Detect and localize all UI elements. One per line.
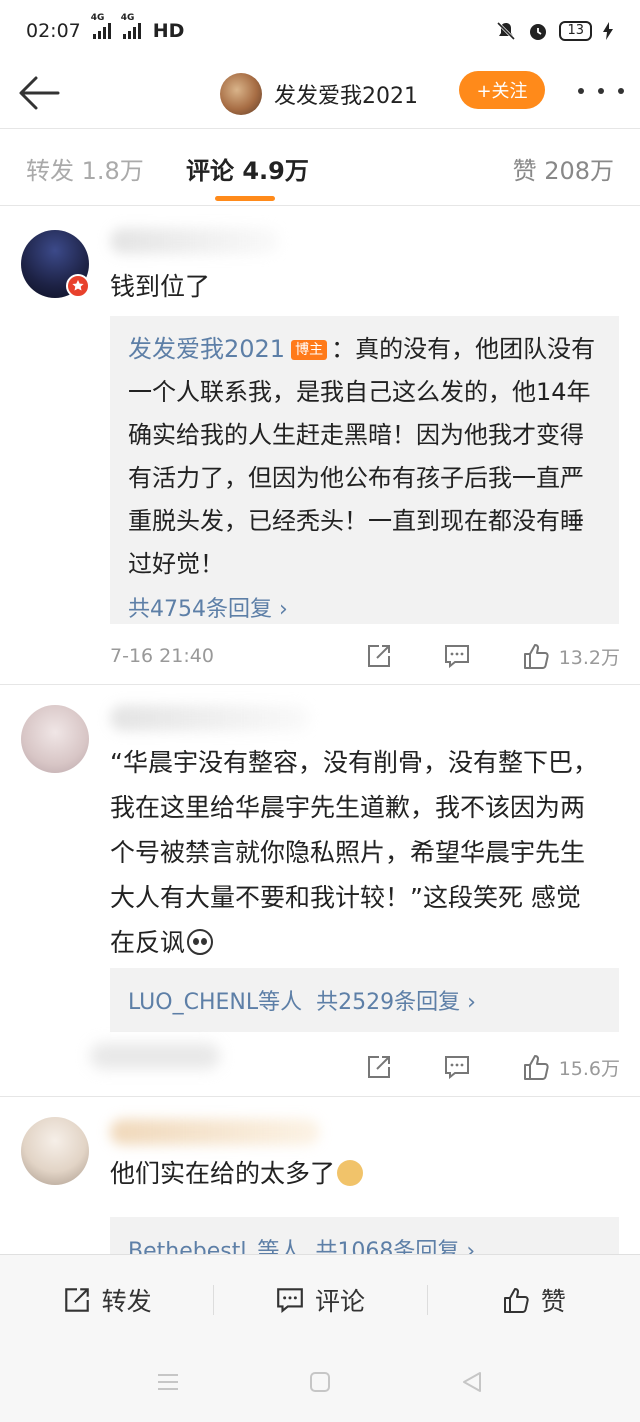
menu-icon[interactable] — [156, 1370, 180, 1394]
view-replies-link[interactable]: 共2529条回复 › — [316, 984, 476, 1016]
like-label: 赞 — [540, 1286, 566, 1316]
comment-item: 他们实在给的太多了 Bethebestl_等人 共1068条回复 › — [0, 1097, 640, 1254]
comment-text: 钱到位了 — [110, 272, 211, 301]
mute-icon — [497, 21, 516, 41]
hd-indicator: HD — [152, 20, 185, 42]
reply-text: ：真的没有，他团队没有一个人联系我，是我自己这么发的，他14年确实给我的人生赶走… — [128, 335, 596, 578]
signal-icon: 4G — [91, 13, 111, 39]
system-nav-bar — [0, 1344, 640, 1422]
reply-content: 发发爱我2021 博主 ：真的没有，他团队没有一个人联系我，是我自己这么发的，他14… — [128, 328, 601, 586]
comment-icon — [277, 1287, 303, 1313]
avatar[interactable] — [21, 1117, 89, 1185]
repost-button[interactable]: 转发 — [0, 1255, 213, 1344]
comment-button[interactable]: 评论 — [213, 1255, 426, 1344]
reply-author[interactable]: Bethebestl_等人 — [128, 1233, 301, 1254]
bottom-action-bar: 转发 评论 赞 — [0, 1254, 640, 1344]
page-title: 发发爱我2021 — [274, 84, 418, 109]
comment-text: “华晨宇没有整容，没有削骨，没有整下巴，我在这里给华晨宇先生道歉，我不该因为两个… — [110, 748, 598, 957]
view-replies-link[interactable]: 共4754条回复 › — [128, 588, 601, 631]
share-icon — [367, 1056, 390, 1078]
reply-box[interactable]: Bethebestl_等人 共1068条回复 › — [110, 1217, 619, 1254]
repost-label: 转发 — [101, 1286, 152, 1316]
share-icon — [367, 645, 390, 667]
panda-emoji-icon — [187, 929, 214, 955]
like-button[interactable]: 13.2万 — [521, 641, 620, 671]
nav-profile[interactable]: 发发爱我2021 — [220, 68, 418, 120]
username-blurred[interactable] — [110, 1119, 320, 1145]
arrow-left-icon — [19, 76, 60, 110]
like-button[interactable]: 15.6万 — [521, 1052, 620, 1082]
thumbs-up-icon — [523, 644, 549, 669]
comment-icon — [444, 645, 469, 669]
like-count: 13.2万 — [558, 646, 620, 669]
comment-meta: 15.6万 — [110, 1047, 620, 1087]
reply-button[interactable] — [443, 642, 471, 670]
share-button[interactable] — [365, 642, 393, 670]
reply-box[interactable]: 发发爱我2021 博主 ：真的没有，他团队没有一个人联系我，是我自己这么发的，他14… — [110, 316, 619, 624]
status-time: 02:07 — [26, 20, 81, 42]
tab-bar: 转发 1.8万 评论 4.9万 赞 208万 — [0, 129, 640, 205]
alarm-icon — [530, 24, 547, 40]
avatar[interactable] — [220, 73, 262, 115]
follow-button[interactable]: +关注 — [459, 71, 545, 109]
comment-text: 他们实在给的太多了 — [110, 1151, 610, 1196]
reply-author[interactable]: LUO_CHENL等人 — [128, 984, 302, 1016]
comment-time: 7-16 21:40 — [110, 645, 214, 667]
tab-indicator — [215, 196, 275, 201]
member-badge-icon — [66, 274, 90, 298]
more-button[interactable] — [578, 76, 624, 106]
charging-icon — [603, 22, 613, 40]
tab-like[interactable]: 赞 208万 — [513, 151, 614, 186]
tab-comment[interactable]: 评论 4.9万 — [186, 151, 309, 186]
share-button[interactable] — [365, 1053, 393, 1081]
share-icon — [64, 1287, 89, 1312]
back-button[interactable] — [16, 70, 62, 116]
comment-icon — [444, 1056, 469, 1080]
comment-item: “华晨宇没有整容，没有削骨，没有整下巴，我在这里给华晨宇先生道歉，我不该因为两个… — [0, 685, 640, 1095]
battery-indicator: 13 — [559, 21, 592, 41]
tab-repost[interactable]: 转发 1.8万 — [26, 151, 144, 186]
nav-bar: 发发爱我2021 +关注 — [0, 62, 640, 128]
reply-button[interactable] — [443, 1053, 471, 1081]
comment-label: 评论 — [314, 1286, 365, 1316]
doge-emoji-icon — [337, 1160, 364, 1186]
status-bar: 02:07 4G 4G HD 13 — [0, 0, 640, 62]
comment-meta: 7-16 21:40 13.2万 — [110, 636, 620, 676]
comment-item: 钱到位了 发发爱我2021 博主 ：真的没有，他团队没有一个人联系我，是我自己这么发… — [0, 206, 640, 684]
home-icon[interactable] — [308, 1370, 332, 1394]
back-icon[interactable] — [460, 1370, 484, 1394]
reply-author[interactable]: 发发爱我2021 — [128, 335, 285, 363]
like-button[interactable]: 赞 — [426, 1255, 640, 1344]
username-blurred[interactable] — [110, 228, 280, 254]
avatar[interactable] — [21, 705, 89, 773]
username-blurred[interactable] — [110, 705, 310, 731]
thumbs-up-icon — [503, 1287, 529, 1313]
blogger-badge: 博主 — [291, 340, 328, 360]
reply-box[interactable]: LUO_CHENL等人 共2529条回复 › — [110, 968, 619, 1032]
view-replies-link[interactable]: 共1068条回复 › — [315, 1233, 475, 1254]
signal-icon-2: 4G — [121, 13, 141, 39]
thumbs-up-icon — [523, 1055, 549, 1080]
like-count: 15.6万 — [558, 1057, 620, 1080]
